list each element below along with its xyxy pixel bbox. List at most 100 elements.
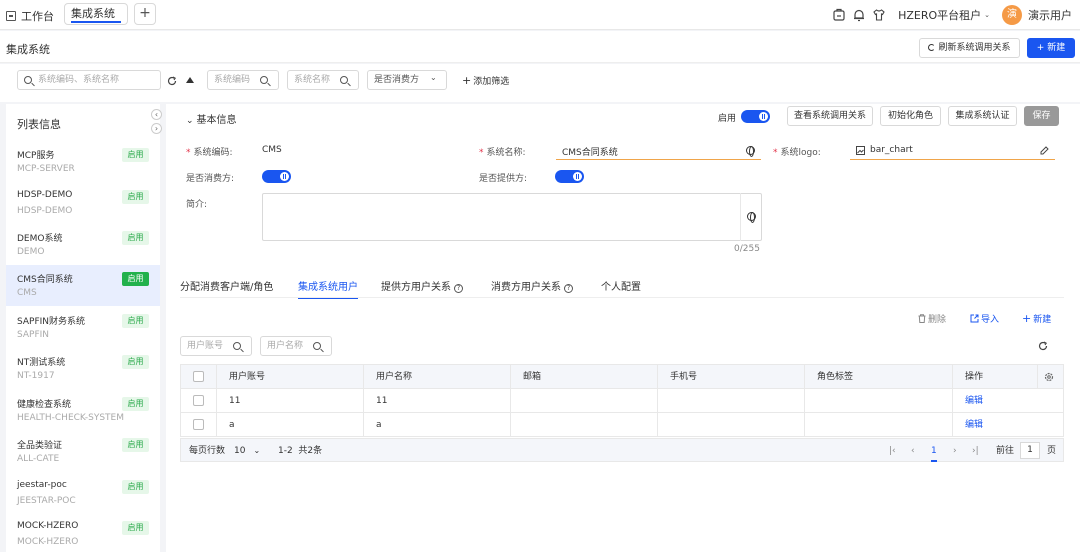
goto-page-input[interactable]: 1 (1020, 442, 1040, 459)
save-button[interactable]: 保存 (1024, 106, 1059, 126)
init-roles-button[interactable]: 初始化角色 (880, 106, 941, 126)
tenant-switcher[interactable]: HZERO平台租户 (898, 7, 981, 23)
refresh-relations-button[interactable]: 刷新系统调用关系 (919, 38, 1020, 58)
col-name[interactable]: 用户名称 (364, 365, 511, 389)
tab-consumer-relations[interactable]: 消费方用户关系? (491, 278, 573, 293)
sidebar-item-mcp[interactable]: MCP服务 MCP-SERVER 启用 (6, 141, 160, 182)
view-relations-button[interactable]: 查看系统调用关系 (787, 106, 873, 126)
system-list-sidebar: 列表信息 ‹ › MCP服务 MCP-SERVER 启用 HDSP-DEMO H… (6, 104, 162, 552)
cell-name: a (364, 413, 511, 437)
tab-personal-config[interactable]: 个人配置 (601, 278, 641, 293)
search-icon (260, 76, 268, 84)
table-row[interactable]: a a 编辑 (181, 413, 1063, 437)
globe-icon[interactable] (747, 212, 756, 223)
new-system-button[interactable]: + 新建 (1027, 38, 1075, 58)
tab-provider-relations[interactable]: 提供方用户关系? (381, 278, 463, 293)
search-icon (340, 76, 348, 84)
reload-icon[interactable] (167, 76, 177, 86)
avatar[interactable]: 演 (1002, 5, 1022, 25)
first-page-icon[interactable]: |‹ (889, 439, 896, 463)
shirt-icon[interactable] (872, 8, 886, 22)
sidebar-item-demo[interactable]: DEMO系统 DEMO 启用 (6, 224, 160, 265)
col-account[interactable]: 用户账号 (217, 365, 364, 389)
row-select-cell (181, 413, 217, 437)
users-table: 用户账号 用户名称 邮箱 手机号 角色标签 操作 11 11 编辑 a a 编辑 (180, 364, 1064, 437)
delete-button[interactable]: 删除 (918, 312, 946, 325)
user-account-input[interactable]: 用户账号 (180, 336, 252, 356)
import-label: 导入 (981, 315, 1000, 325)
row-checkbox[interactable] (193, 419, 204, 430)
sidebar-item-hdsp[interactable]: HDSP-DEMO HDSP-DEMO 启用 (6, 183, 160, 224)
menu-icon[interactable] (832, 8, 846, 22)
bell-icon[interactable] (852, 8, 866, 22)
sidebar-item-jeestar[interactable]: jeestar-poc JEESTAR-POC 启用 (6, 473, 160, 514)
consumer-toggle[interactable] (262, 170, 291, 183)
select-all-cell (181, 365, 217, 389)
intro-textarea[interactable] (262, 193, 762, 241)
row-select-cell (181, 389, 217, 413)
new-user-button[interactable]: + 新建 (1022, 312, 1051, 325)
edit-link[interactable]: 编辑 (953, 413, 1065, 437)
basic-info-header[interactable]: ⌄ 基本信息 (186, 111, 237, 126)
per-page-select[interactable]: 10 ⌄ (234, 439, 260, 463)
provider-toggle[interactable] (555, 170, 584, 183)
tab-system-users[interactable]: 集成系统用户 (298, 278, 358, 299)
gear-icon[interactable] (1044, 372, 1054, 382)
workbench-label: 工作台 (21, 10, 54, 23)
edit-link[interactable]: 编辑 (953, 389, 1065, 413)
sidebar-item-code: MOCK-HZERO (17, 537, 79, 547)
col-actions: 操作 (953, 365, 1038, 389)
import-icon (970, 314, 979, 323)
col-email[interactable]: 邮箱 (511, 365, 658, 389)
last-page-icon[interactable]: ›| (972, 439, 979, 463)
chevron-left-icon[interactable]: ‹ (151, 109, 162, 120)
reload-icon[interactable] (1038, 341, 1048, 351)
code-filter-input[interactable]: 系统编码 (207, 70, 279, 90)
prev-page-icon[interactable]: ‹ (911, 439, 915, 463)
system-code-label: * 系统编码: (186, 148, 233, 158)
cell-account: 11 (217, 389, 364, 413)
globe-icon[interactable] (746, 146, 755, 157)
goto-label: 前往 (996, 446, 1015, 456)
status-badge: 启用 (122, 438, 149, 452)
system-logo-value: bar_chart (870, 145, 913, 155)
col-phone[interactable]: 手机号 (658, 365, 805, 389)
cell-email (511, 389, 658, 413)
sidebar-item-nt[interactable]: NT测试系统 NT-1917 启用 (6, 348, 160, 389)
search-input[interactable]: 系统编码、系统名称 (17, 70, 161, 90)
chevron-down-icon[interactable]: ⌄ (984, 11, 990, 19)
status-badge: 启用 (122, 190, 149, 204)
col-roles[interactable]: 角色标签 (805, 365, 953, 389)
chevron-right-icon[interactable]: › (151, 123, 162, 134)
name-filter-input[interactable]: 系统名称 (287, 70, 359, 90)
tab-integration-system[interactable]: 集成系统 (64, 3, 128, 25)
sidebar-item-mock-hzero[interactable]: MOCK-HZERO MOCK-HZERO 启用 (6, 514, 160, 552)
sidebar-item-health-check[interactable]: 健康检查系统 HEALTH-CHECK-SYSTEM 启用 (6, 390, 160, 431)
status-badge: 启用 (122, 480, 149, 494)
table-row[interactable]: 11 11 编辑 (181, 389, 1063, 413)
sidebar-item-code: HEALTH-CHECK-SYSTEM (17, 413, 124, 423)
collapse-up-icon[interactable] (186, 77, 194, 83)
next-page-icon[interactable]: › (953, 439, 957, 463)
select-all-checkbox[interactable] (193, 371, 204, 382)
plus-icon: + (1022, 312, 1032, 325)
user-name-input[interactable]: 用户名称 (260, 336, 332, 356)
system-name-label: * 系统名称: (479, 148, 526, 158)
add-tab-button[interactable]: + (134, 3, 156, 25)
question-icon: ? (564, 284, 573, 293)
enabled-label: 启用 (718, 114, 737, 124)
page-1[interactable]: 1 (931, 442, 937, 462)
row-checkbox[interactable] (193, 395, 204, 406)
add-filter-button[interactable]: + 添加筛选 (462, 74, 509, 87)
user-name[interactable]: 演示用户 (1028, 7, 1072, 23)
system-auth-button[interactable]: 集成系统认证 (948, 106, 1017, 126)
import-button[interactable]: 导入 (970, 312, 999, 325)
sidebar-item-cms[interactable]: CMS合同系统 CMS 启用 (6, 265, 160, 306)
sidebar-item-name: MCP服务 (17, 151, 55, 161)
sidebar-item-sapfin[interactable]: SAPFIN财务系统 SAPFIN 启用 (6, 307, 160, 348)
workbench-link[interactable]: 工作台 (6, 8, 54, 24)
sidebar-item-all-cate[interactable]: 全品类验证 ALL-CATE 启用 (6, 431, 160, 472)
edit-icon[interactable] (1040, 146, 1049, 155)
enabled-toggle[interactable] (741, 110, 770, 123)
tab-assign-consumer[interactable]: 分配消费客户端/角色 (180, 278, 273, 293)
